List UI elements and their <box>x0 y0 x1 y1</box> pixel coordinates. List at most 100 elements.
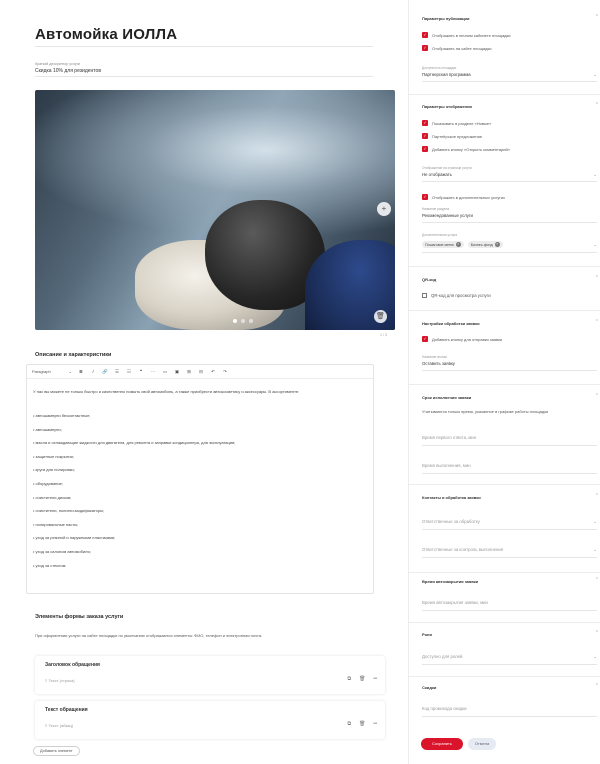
publication-check-site[interactable]: ✓ Отображать на сайте площадки <box>422 45 491 51</box>
gallery-add-icon[interactable]: + <box>377 202 391 216</box>
delete-icon[interactable]: 🗑 <box>359 676 365 682</box>
display-check-partner[interactable]: ✓ Партнёрское предложение <box>422 133 482 139</box>
undo-icon[interactable]: ↶ <box>210 369 216 375</box>
chevron-down-icon[interactable]: ⌄ <box>593 519 597 525</box>
button-name-label: Название кнопки <box>422 355 447 359</box>
delete-icon[interactable]: 🗑 <box>359 721 365 727</box>
tag-chip[interactable]: Пошаговое меню × <box>422 241 464 248</box>
tag-chip[interactable]: Бизнес-фонд × <box>467 241 503 248</box>
save-button[interactable]: Сохранить <box>421 738 463 750</box>
chevron-down-icon[interactable]: ⌄ <box>593 72 597 78</box>
first-response-input[interactable]: Время первого ответа, мин <box>422 435 476 440</box>
field-underline <box>422 716 597 717</box>
form-section-description: При оформлении услуги на сайте площадки … <box>35 633 263 638</box>
form-element-actions: ⧉ 🗑 ═ <box>348 676 377 682</box>
request-settings-title[interactable]: Настройки обработки заявки <box>422 321 480 326</box>
copy-icon[interactable]: ⧉ <box>348 721 352 727</box>
list-item: • автошампуни; <box>33 426 62 432</box>
display-check-additional[interactable]: ✓ Отображать в дополнительных услугах <box>422 194 505 200</box>
chevron-down-icon[interactable]: ⌄ <box>593 242 597 248</box>
close-icon[interactable]: × <box>455 242 461 247</box>
copy-icon[interactable]: ⧉ <box>348 676 352 682</box>
chevron-down-icon[interactable]: ⌄ <box>593 172 597 178</box>
media-icon[interactable]: ▣ <box>174 369 180 375</box>
display-select[interactable]: Не отображать <box>422 172 452 177</box>
roles-title[interactable]: Роли <box>422 632 432 637</box>
chevron-up-icon[interactable]: ⌃ <box>595 577 599 583</box>
availability-select[interactable]: Партнерская программа <box>422 72 471 77</box>
additional-service-tags[interactable]: Пошаговое меню × Бизнес-фонд × <box>422 241 507 248</box>
drag-handle-icon[interactable]: ═ <box>373 721 377 727</box>
autoclose-input[interactable]: Время автозакрытия заявки, мин <box>422 600 488 605</box>
image-car-reflection <box>35 90 395 240</box>
qr-title[interactable]: QR-код <box>422 277 436 282</box>
gallery-dot[interactable] <box>233 319 237 323</box>
link-icon[interactable]: 🔗 <box>102 369 108 375</box>
deadline-note: Учитываются только время, указанное в гр… <box>422 409 549 414</box>
bold-button[interactable]: B <box>78 369 84 374</box>
checkbox-checked-icon: ✓ <box>422 120 428 126</box>
checkbox-label: Отображать в дополнительных услугах <box>432 194 505 200</box>
image-icon[interactable]: ▭ <box>162 369 168 375</box>
publication-check-cabinet[interactable]: ✓ Отображать в личном кабинете площадки <box>422 32 511 38</box>
table-icon[interactable]: ⊞ <box>186 369 192 375</box>
field-underline <box>422 445 597 446</box>
chevron-up-icon[interactable]: ⌃ <box>595 102 599 108</box>
drag-handle-icon[interactable]: ═ <box>373 676 377 682</box>
cancel-button[interactable]: Отмена <box>468 738 496 750</box>
form-element-card[interactable]: Заголовок обращения ≡ Текст (строка) ⧉ 🗑… <box>35 656 385 694</box>
display-title[interactable]: Параметры отображения <box>422 104 472 109</box>
button-name-input[interactable]: Оставить заявку <box>422 361 455 366</box>
chevron-up-icon[interactable]: ⌃ <box>595 683 599 689</box>
promo-title[interactable]: Скидки <box>422 685 436 690</box>
autoclose-title[interactable]: Время автозакрытия заявки <box>422 579 478 584</box>
display-check-button[interactable]: ✓ Добавить кнопку «Открыть комментарий» <box>422 146 510 152</box>
chevron-down-icon[interactable]: ⌄ <box>593 547 597 553</box>
gallery-image[interactable]: + 🗑 <box>35 90 395 330</box>
chevron-up-icon[interactable]: ⌃ <box>595 393 599 399</box>
publication-title[interactable]: Параметры публикации <box>422 16 469 21</box>
editor-toolbar: Paragraph ⌄ B I 🔗 ☰ ☷ ❝ ⋯ ▭ ▣ ⊞ ⊟ ↶ ↷ <box>27 365 373 379</box>
quote-icon[interactable]: ❝ <box>138 369 144 375</box>
chevron-up-icon[interactable]: ⌃ <box>595 14 599 20</box>
controllers-select[interactable]: Ответственные за контроль выполнения <box>422 547 503 552</box>
additional-service-label: Дополнительная услуга <box>422 233 458 237</box>
gallery-dot[interactable] <box>241 319 245 323</box>
rich-text-editor[interactable]: Paragraph ⌄ B I 🔗 ☰ ☷ ❝ ⋯ ▭ ▣ ⊞ ⊟ ↶ ↷ У … <box>26 364 374 594</box>
redo-icon[interactable]: ↷ <box>222 369 228 375</box>
chevron-up-icon[interactable]: ⌃ <box>595 493 599 499</box>
deadline-title[interactable]: Срок исполнения заявки <box>422 395 471 400</box>
form-element-type[interactable]: ≡ Текст (строка) <box>45 678 75 683</box>
checkbox-label: Партнёрское предложение <box>432 133 483 139</box>
gallery-dot[interactable] <box>249 319 253 323</box>
roles-select[interactable]: Доступно для ролей <box>422 654 462 659</box>
request-button-check[interactable]: ✓ Добавить кнопку для отправки заявки <box>422 336 502 342</box>
form-element-type[interactable]: ≡ Текст (абзац) <box>45 723 73 728</box>
short-desc-input[interactable]: Скидка 10% для резидентов <box>35 68 101 74</box>
add-form-element-button[interactable]: Добавить элемент <box>33 746 80 756</box>
short-desc-underline <box>35 76 373 77</box>
chevron-up-icon[interactable]: ⌃ <box>595 319 599 325</box>
more-icon[interactable]: ⋯ <box>150 369 156 375</box>
format-select[interactable]: Paragraph ⌄ <box>32 369 72 374</box>
handlers-select[interactable]: Ответственные за обработку <box>422 519 480 524</box>
promo-input[interactable]: Код промокода скидки <box>422 706 466 711</box>
chevron-up-icon[interactable]: ⌃ <box>595 275 599 281</box>
main-panel: Автомойка ИОЛЛА Краткий дескриптор услуг… <box>0 0 408 764</box>
form-element-type-label: Текст (строка) <box>48 678 75 683</box>
completion-time-input[interactable]: Время выполнения, мин <box>422 463 471 468</box>
display-check-new[interactable]: ✓ Показывать в разделе «Новые» <box>422 120 491 126</box>
delete-image-icon[interactable]: 🗑 <box>374 310 387 323</box>
italic-button[interactable]: I <box>90 369 96 374</box>
section-name-input[interactable]: Рекомендованные услуги <box>422 213 473 218</box>
contacts-title[interactable]: Контакты и обработка заявки <box>422 495 481 500</box>
list-item: • уход за стеклом. <box>33 562 67 568</box>
bullet-list-icon[interactable]: ☰ <box>114 369 120 375</box>
chevron-down-icon[interactable]: ⌄ <box>593 654 597 660</box>
qr-view-link[interactable]: QR-код для просмотра услуги <box>422 293 491 298</box>
chevron-up-icon[interactable]: ⌃ <box>595 630 599 636</box>
close-icon[interactable]: × <box>494 242 500 247</box>
numbered-list-icon[interactable]: ☷ <box>126 369 132 375</box>
form-element-card[interactable]: Текст обращения ≡ Текст (абзац) ⧉ 🗑 ═ <box>35 701 385 739</box>
table-options-icon[interactable]: ⊟ <box>198 369 204 375</box>
